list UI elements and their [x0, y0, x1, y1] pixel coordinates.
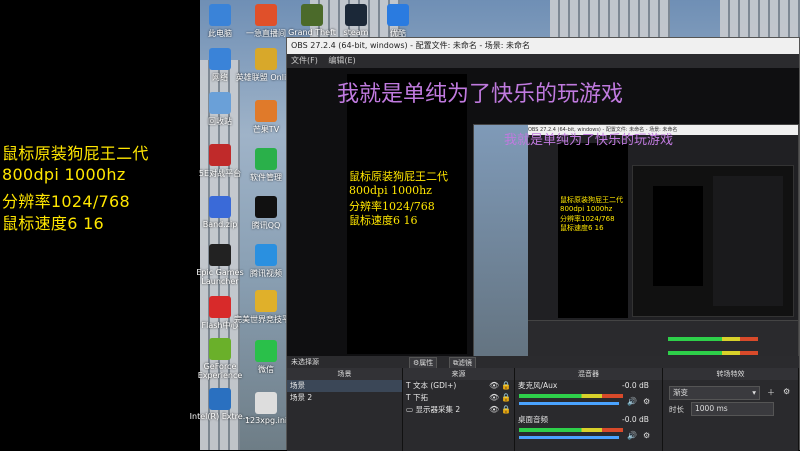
qq-icon	[255, 196, 277, 218]
lock-icon[interactable]: 🔒	[501, 404, 511, 416]
source-item[interactable]: ▭ 显示器采集 2 👁 🔒	[403, 404, 514, 416]
obs-title-bar[interactable]: OBS 27.2.4 (64-bit, windows) - 配置文件: 未命名…	[287, 38, 799, 54]
scenes-dock-title: 场景	[287, 368, 402, 380]
inner-canvas-line: 800dpi 1000hz	[560, 205, 613, 213]
youku-icon	[387, 4, 409, 26]
scene-item[interactable]: 场景 2	[287, 392, 402, 404]
mixer-channel: 桌面音频 -0.0 dB 🔊 ⚙	[515, 414, 662, 448]
sources-dock-title: 来源	[403, 368, 514, 380]
tencent-video-icon	[255, 244, 277, 266]
scenes-dock: 场景 场景 场景 2	[287, 368, 403, 451]
volume-slider[interactable]	[519, 436, 619, 439]
recycle-bin-icon	[209, 92, 231, 114]
add-icon[interactable]: ＋	[767, 387, 775, 398]
text-source-icon: T	[406, 381, 413, 390]
mixer-channel-name: 麦克风/Aux	[518, 381, 558, 390]
bandzip-icon	[209, 196, 231, 218]
overlay-dpi-hz: 800dpi 1000hz	[2, 165, 126, 184]
mixer-channel-name: 桌面音频	[518, 415, 548, 424]
inner-inner-obs	[713, 176, 783, 306]
epic-games-icon	[209, 244, 231, 266]
mango-tv-icon	[255, 100, 277, 122]
perfect-world-icon	[255, 290, 277, 312]
audio-level-meter	[519, 428, 623, 432]
inner-recursive-preview	[632, 165, 794, 317]
geforce-icon	[209, 338, 231, 360]
menu-file[interactable]: 文件(F)	[287, 56, 318, 65]
mixer-channel-level: -0.0 dB	[622, 415, 649, 424]
obs-docks: 场景 场景 场景 2 来源 T 文本 (GDI+) 👁 🔒 T 下拓 👁 🔒 ▭ 显示器…	[287, 368, 799, 451]
lock-icon[interactable]: 🔒	[501, 380, 511, 392]
inner-canvas-line: 鼠标速度6 16	[560, 224, 604, 232]
speaker-icon[interactable]: 🔊	[627, 431, 637, 440]
software-manager-icon	[255, 148, 277, 170]
volume-slider[interactable]	[519, 402, 619, 405]
source-item[interactable]: T 下拓 👁 🔒	[403, 392, 514, 404]
overlay-resolution: 分辨率1024/768	[2, 192, 130, 211]
overlay-mouse-model: 鼠标原装狗屁王二代	[2, 144, 149, 163]
menu-edit[interactable]: 编辑(E)	[320, 56, 355, 65]
wechat-icon	[255, 340, 277, 362]
obs-title-text: OBS 27.2.4 (64-bit, windows) - 配置文件: 未命名…	[291, 41, 531, 50]
mixer-channel: 麦克风/Aux -0.0 dB 🔊 ⚙	[515, 380, 662, 414]
lock-icon[interactable]: 🔒	[501, 392, 511, 404]
gear-icon[interactable]: ⚙	[643, 397, 650, 406]
audio-mixer-dock: 混音器 麦克风/Aux -0.0 dB 🔊 ⚙ 桌面音频 -0.0 dB 🔊 ⚙	[515, 368, 663, 451]
no-source-label: 未选择源	[291, 358, 319, 366]
computer-icon	[209, 4, 231, 26]
stream-banner-text: 我就是单纯为了快乐的玩游戏	[337, 82, 624, 107]
inner-canvas-line: 鼠标原装狗屁王二代	[560, 196, 623, 204]
inner-canvas: 鼠标原装狗屁王二代 800dpi 1000hz 分辨率1024/768 鼠标速度…	[558, 143, 628, 318]
network-icon	[209, 48, 231, 70]
transition-select[interactable]: 渐变 ▾	[669, 386, 760, 400]
duration-input[interactable]: 1000 ms	[691, 402, 774, 416]
overlay-mouse-speed: 鼠标速度6 16	[2, 214, 105, 233]
desktop-icon-youku[interactable]: 优酷	[366, 4, 430, 39]
mixer-dock-title: 混音器	[515, 368, 662, 380]
preview-canvas: 鼠标原装狗屁王二代 800dpi 1000hz 分辨率1024/768 鼠标速度…	[347, 74, 467, 354]
source-item[interactable]: T 文本 (GDI+) 👁 🔒	[403, 380, 514, 392]
visibility-eye-icon[interactable]: 👁	[489, 380, 499, 392]
gta-icon	[301, 4, 323, 26]
streamer-overlay-panel: 鼠标原装狗屁王二代 800dpi 1000hz 分辨率1024/768 鼠标速度…	[0, 0, 200, 450]
inner-inner-canvas	[653, 186, 703, 286]
source-status-bar: 未选择源 ⚙属性 ⧉滤镜	[287, 356, 799, 369]
visibility-eye-icon[interactable]: 👁	[489, 392, 499, 404]
intel-icon	[209, 388, 231, 410]
canvas-mouse-speed: 鼠标速度6 16	[349, 214, 418, 227]
duration-label: 时长	[669, 405, 684, 414]
live-stream-icon	[255, 4, 277, 26]
obs-window[interactable]: OBS 27.2.4 (64-bit, windows) - 配置文件: 未命名…	[286, 37, 800, 451]
steam-icon	[345, 4, 367, 26]
canvas-mouse-model: 鼠标原装狗屁王二代	[349, 170, 448, 183]
audio-level-meter	[519, 394, 623, 398]
obs-preview-area[interactable]: 鼠标原装狗屁王二代 800dpi 1000hz 分辨率1024/768 鼠标速度…	[287, 68, 799, 416]
inner-audio-meter	[668, 351, 758, 355]
scene-item[interactable]: 场景	[287, 380, 402, 392]
5e-icon	[209, 144, 231, 166]
obs-menu-bar: 文件(F) 编辑(E)	[287, 54, 799, 68]
gear-icon[interactable]: ⚙	[783, 387, 790, 396]
chevron-down-icon: ▾	[752, 388, 756, 397]
canvas-dpi-hz: 800dpi 1000hz	[349, 184, 432, 197]
flash-icon	[209, 296, 231, 318]
transitions-dock-title: 转场特效	[663, 368, 798, 380]
visibility-eye-icon[interactable]: 👁	[489, 404, 499, 416]
text-source-icon: T	[406, 393, 413, 402]
mixer-channel-level: -0.0 dB	[622, 381, 649, 390]
speaker-icon[interactable]: 🔊	[627, 397, 637, 406]
lol-icon	[255, 48, 277, 70]
file-icon	[255, 392, 277, 414]
gear-icon[interactable]: ⚙	[643, 431, 650, 440]
inner-banner-text: 我就是单纯为了快乐的玩游戏	[504, 133, 674, 148]
sources-dock: 来源 T 文本 (GDI+) 👁 🔒 T 下拓 👁 🔒 ▭ 显示器采集 2 👁 🔒	[403, 368, 515, 451]
transitions-dock: 转场特效 渐变 ▾ ＋ ⚙ 时长 1000 ms	[663, 368, 799, 451]
inner-audio-meter	[668, 337, 758, 341]
